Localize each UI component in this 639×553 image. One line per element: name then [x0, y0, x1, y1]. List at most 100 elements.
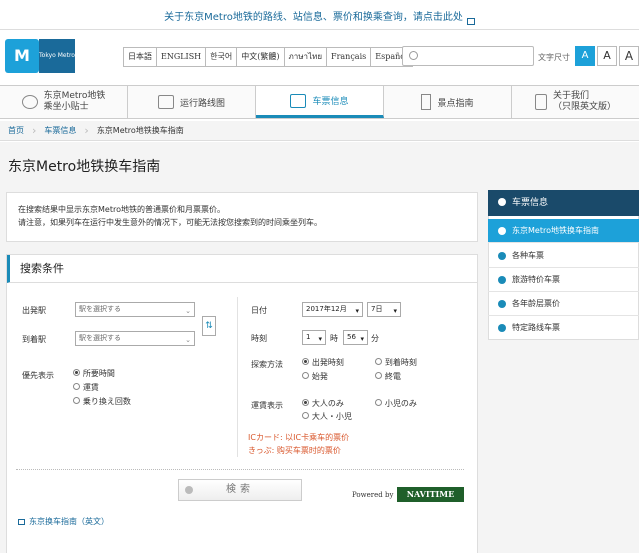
powered-by-label: Powered by: [352, 491, 394, 499]
breadcrumb-home[interactable]: 首页: [0, 125, 32, 136]
departure-station-select[interactable]: 駅を選択する ⌄: [75, 302, 195, 317]
bullet-icon: [498, 198, 506, 206]
font-size-large-button[interactable]: A: [619, 46, 639, 66]
radio-icon: [73, 369, 80, 376]
bullet-icon: [498, 252, 506, 260]
ticket-note: きっぷ: 购买车票时的票价: [248, 446, 341, 455]
search-dot-icon: [185, 486, 193, 494]
fare-adult-child[interactable]: 大人・小児: [302, 411, 352, 422]
page-title: 东京Metro地铁换车指南: [8, 159, 161, 175]
tokyo-metro-logo-text: Tokyo Metro: [39, 39, 75, 73]
arrival-station-select[interactable]: 駅を選択する ⌄: [75, 331, 195, 346]
hour-unit: 時: [330, 334, 338, 343]
priority-option-fare[interactable]: 運賃: [73, 382, 99, 393]
radio-icon: [73, 383, 80, 390]
top-notice-link[interactable]: 关于东京Metro地铁的路线、站信息、票价和换乘查询，请点击此处: [164, 8, 463, 23]
form-separator: [16, 469, 464, 470]
radio-icon: [302, 372, 309, 379]
radio-icon: [302, 399, 309, 406]
notice-line-1: 在搜索结果中显示东京Metro地铁的普通票价和月票票价。: [18, 205, 225, 214]
form-divider: [237, 297, 238, 457]
lang-french[interactable]: Français: [327, 48, 372, 66]
priority-option-time[interactable]: 所要時間: [73, 368, 115, 379]
method-last-train[interactable]: 終電: [375, 371, 401, 382]
swap-icon: ⇅: [205, 321, 213, 331]
ticket-icon: [290, 93, 307, 108]
font-size-small-button[interactable]: A: [575, 46, 595, 66]
bullet-icon: [498, 276, 506, 284]
radio-icon: [375, 358, 382, 365]
document-icon: [534, 94, 547, 110]
chevron-down-icon: ⌄: [185, 307, 191, 315]
english-guide-link[interactable]: 东京换车指南（英文）: [18, 516, 109, 527]
nav-ticket-info[interactable]: 车票信息: [256, 86, 384, 118]
bullet-icon: [498, 227, 506, 235]
breadcrumb-ticket-info[interactable]: 车票信息: [36, 125, 84, 136]
search-method-label: 探索方法: [251, 360, 283, 369]
date-day-select[interactable]: 7日 ▾: [367, 302, 401, 317]
ic-card-note: ICカード: 以IC卡乘车的票价: [248, 433, 350, 442]
radio-icon: [73, 397, 80, 404]
chevron-down-icon: ▾: [355, 307, 359, 315]
time-label: 時刻: [251, 334, 267, 343]
fare-child-only[interactable]: 小児のみ: [375, 398, 417, 409]
minute-select[interactable]: 56 ▾: [343, 330, 368, 345]
priority-label: 優先表示: [22, 371, 54, 380]
lang-korean[interactable]: 한국어: [206, 48, 238, 66]
search-icon: [409, 51, 418, 60]
bullet-icon: [498, 300, 506, 308]
site-search-input[interactable]: [402, 46, 534, 66]
radio-icon: [375, 372, 382, 379]
hour-select[interactable]: 1 ▾: [302, 330, 326, 345]
minute-unit: 分: [371, 334, 379, 343]
chevron-down-icon: ▾: [318, 335, 322, 343]
radio-icon: [375, 399, 382, 406]
notice-box: 在搜索结果中显示东京Metro地铁的普通票价和月票票价。 请注意，如果列车在运行…: [6, 192, 478, 242]
fare-display-label: 運賃表示: [251, 401, 283, 410]
fare-adult-only[interactable]: 大人のみ: [302, 398, 344, 409]
notice-line-2: 请注意，如果列车在运行中发生意外的情况下，可能无法按您搜索到的时间乘坐列车。: [18, 218, 322, 227]
priority-option-transfers[interactable]: 乗り換え回数: [73, 396, 131, 407]
method-first-train[interactable]: 始発: [302, 371, 328, 382]
chevron-down-icon: ⌄: [185, 336, 191, 344]
tokyo-metro-logo-icon[interactable]: M: [5, 39, 39, 73]
nav-about-us[interactable]: 关于我们 （只限英文版）: [512, 86, 639, 118]
nav-sightseeing[interactable]: 景点指南: [384, 86, 512, 118]
search-panel-title: 搜索条件: [7, 255, 477, 283]
sidebar-head[interactable]: 车票信息: [488, 190, 639, 216]
breadcrumb-current: 东京Metro地铁换车指南: [96, 126, 184, 135]
navitime-logo[interactable]: NAVITIME: [397, 487, 464, 502]
sidebar-item-tourist-tickets[interactable]: 旅游特价车票: [488, 268, 639, 292]
date-label: 日付: [251, 306, 267, 315]
main-nav: 东京Metro地铁 乘坐小贴士 运行路线图 车票信息 景点指南 关于我们 （只限…: [0, 85, 639, 119]
radio-icon: [302, 412, 309, 419]
nav-tips[interactable]: 东京Metro地铁 乘坐小贴士: [0, 86, 128, 118]
lang-japanese[interactable]: 日本語: [124, 48, 157, 66]
external-link-icon: [18, 518, 25, 525]
sidebar-item-ticket-types[interactable]: 各种车票: [488, 244, 639, 268]
lang-chinese-traditional[interactable]: 中文(繁體): [237, 48, 285, 66]
nav-route-map[interactable]: 运行路线图: [128, 86, 256, 118]
date-month-select[interactable]: 2017年12月 ▾: [302, 302, 363, 317]
sidebar-item-age-fares[interactable]: 各年龄层票价: [488, 292, 639, 316]
font-size-label: 文字尺寸: [538, 53, 570, 62]
breadcrumb: 首页 › 车票信息 › 东京Metro地铁换车指南: [0, 121, 639, 141]
sidebar-item-transfer-guide[interactable]: 东京Metro地铁换车指南: [488, 219, 639, 243]
map-icon: [157, 95, 174, 109]
arrival-label: 到着駅: [22, 335, 46, 344]
lang-english[interactable]: ENGLISH: [157, 48, 207, 66]
search-button[interactable]: 検索: [178, 479, 302, 501]
radio-icon: [302, 358, 309, 365]
departure-label: 出発駅: [22, 306, 46, 315]
lang-thai[interactable]: ภาษาไทย: [285, 48, 328, 66]
method-departure-time[interactable]: 出発時刻: [302, 357, 344, 368]
info-icon: [21, 95, 38, 109]
tower-icon: [421, 94, 432, 110]
font-size-medium-button[interactable]: A: [597, 46, 617, 66]
method-arrival-time[interactable]: 到着時刻: [375, 357, 417, 368]
chevron-down-icon: ▾: [360, 335, 364, 343]
external-link-icon: [466, 18, 475, 25]
sidebar-item-route-tickets[interactable]: 特定路线车票: [488, 316, 639, 340]
swap-stations-button[interactable]: ⇅: [202, 316, 216, 336]
chevron-down-icon: ▾: [393, 307, 397, 315]
